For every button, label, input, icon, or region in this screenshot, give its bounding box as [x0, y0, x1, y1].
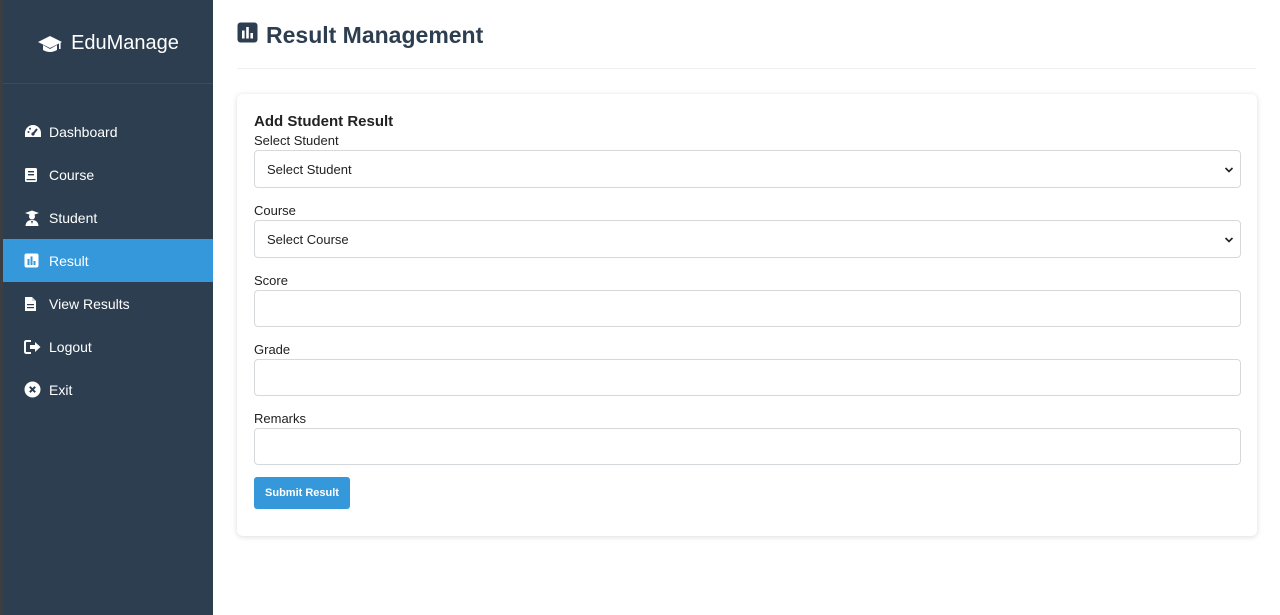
- remarks-label: Remarks: [254, 411, 307, 426]
- page-title-text: Result Management: [266, 21, 484, 48]
- page-title: Result Management: [237, 22, 483, 49]
- course-select-value: Select Course: [267, 231, 349, 247]
- sidebar-item-label: Dashboard: [49, 123, 118, 140]
- sidebar: EduManage Dashboard Course Student Resul…: [0, 0, 213, 615]
- score-label: Score: [254, 273, 288, 288]
- grade-field: Grade: [254, 341, 1241, 396]
- score-field: Score: [254, 272, 1241, 327]
- add-result-card: Add Student Result Select Student Select…: [237, 94, 1257, 536]
- chart-square-icon: [24, 253, 44, 268]
- student-select-value: Select Student: [267, 161, 352, 177]
- grade-label: Grade: [254, 342, 291, 357]
- remarks-field: Remarks: [254, 410, 1241, 465]
- course-field: Course Select Course: [254, 202, 1241, 258]
- sidebar-item-label: Exit: [49, 381, 73, 398]
- sidebar-item-label: View Results: [49, 295, 130, 312]
- gauge-icon: [24, 124, 44, 140]
- submit-result-button[interactable]: Submit Result: [254, 477, 350, 509]
- sidebar-item-logout[interactable]: Logout: [3, 325, 213, 368]
- graduation-cap-icon: [37, 34, 63, 54]
- score-input[interactable]: [254, 290, 1241, 327]
- course-select[interactable]: Select Course: [254, 220, 1241, 258]
- chevron-down-icon: [1224, 162, 1234, 177]
- chevron-down-icon: [1224, 232, 1234, 247]
- brand[interactable]: EduManage: [3, 0, 213, 84]
- user-graduate-icon: [24, 210, 44, 226]
- student-label: Select Student: [254, 133, 339, 148]
- sidebar-item-dashboard[interactable]: Dashboard: [3, 110, 213, 153]
- sidebar-item-view-results[interactable]: View Results: [3, 282, 213, 325]
- brand-name: EduManage: [71, 32, 179, 54]
- grade-input[interactable]: [254, 359, 1241, 396]
- sidebar-item-course[interactable]: Course: [3, 153, 213, 196]
- page-header: Result Management: [237, 0, 1256, 69]
- chart-square-icon: [237, 22, 258, 49]
- sidebar-item-exit[interactable]: Exit: [3, 368, 213, 411]
- close-circle-icon: [24, 381, 44, 398]
- file-icon: [24, 296, 44, 312]
- book-icon: [24, 167, 44, 183]
- sidebar-item-label: Course: [49, 166, 95, 183]
- sidebar-item-student[interactable]: Student: [3, 196, 213, 239]
- course-label: Course: [254, 203, 296, 218]
- remarks-input[interactable]: [254, 428, 1241, 465]
- sign-out-icon: [24, 339, 44, 355]
- sidebar-nav: Dashboard Course Student Result View Res…: [3, 110, 213, 411]
- main-content: Result Management Add Student Result Sel…: [213, 0, 1280, 615]
- sidebar-item-label: Result: [49, 252, 89, 269]
- sidebar-item-label: Logout: [49, 338, 92, 355]
- student-field: Select Student Select Student: [254, 132, 1241, 188]
- student-select[interactable]: Select Student: [254, 150, 1241, 188]
- sidebar-item-label: Student: [49, 209, 98, 226]
- sidebar-item-result[interactable]: Result: [3, 239, 213, 282]
- form-title: Add Student Result: [254, 113, 394, 130]
